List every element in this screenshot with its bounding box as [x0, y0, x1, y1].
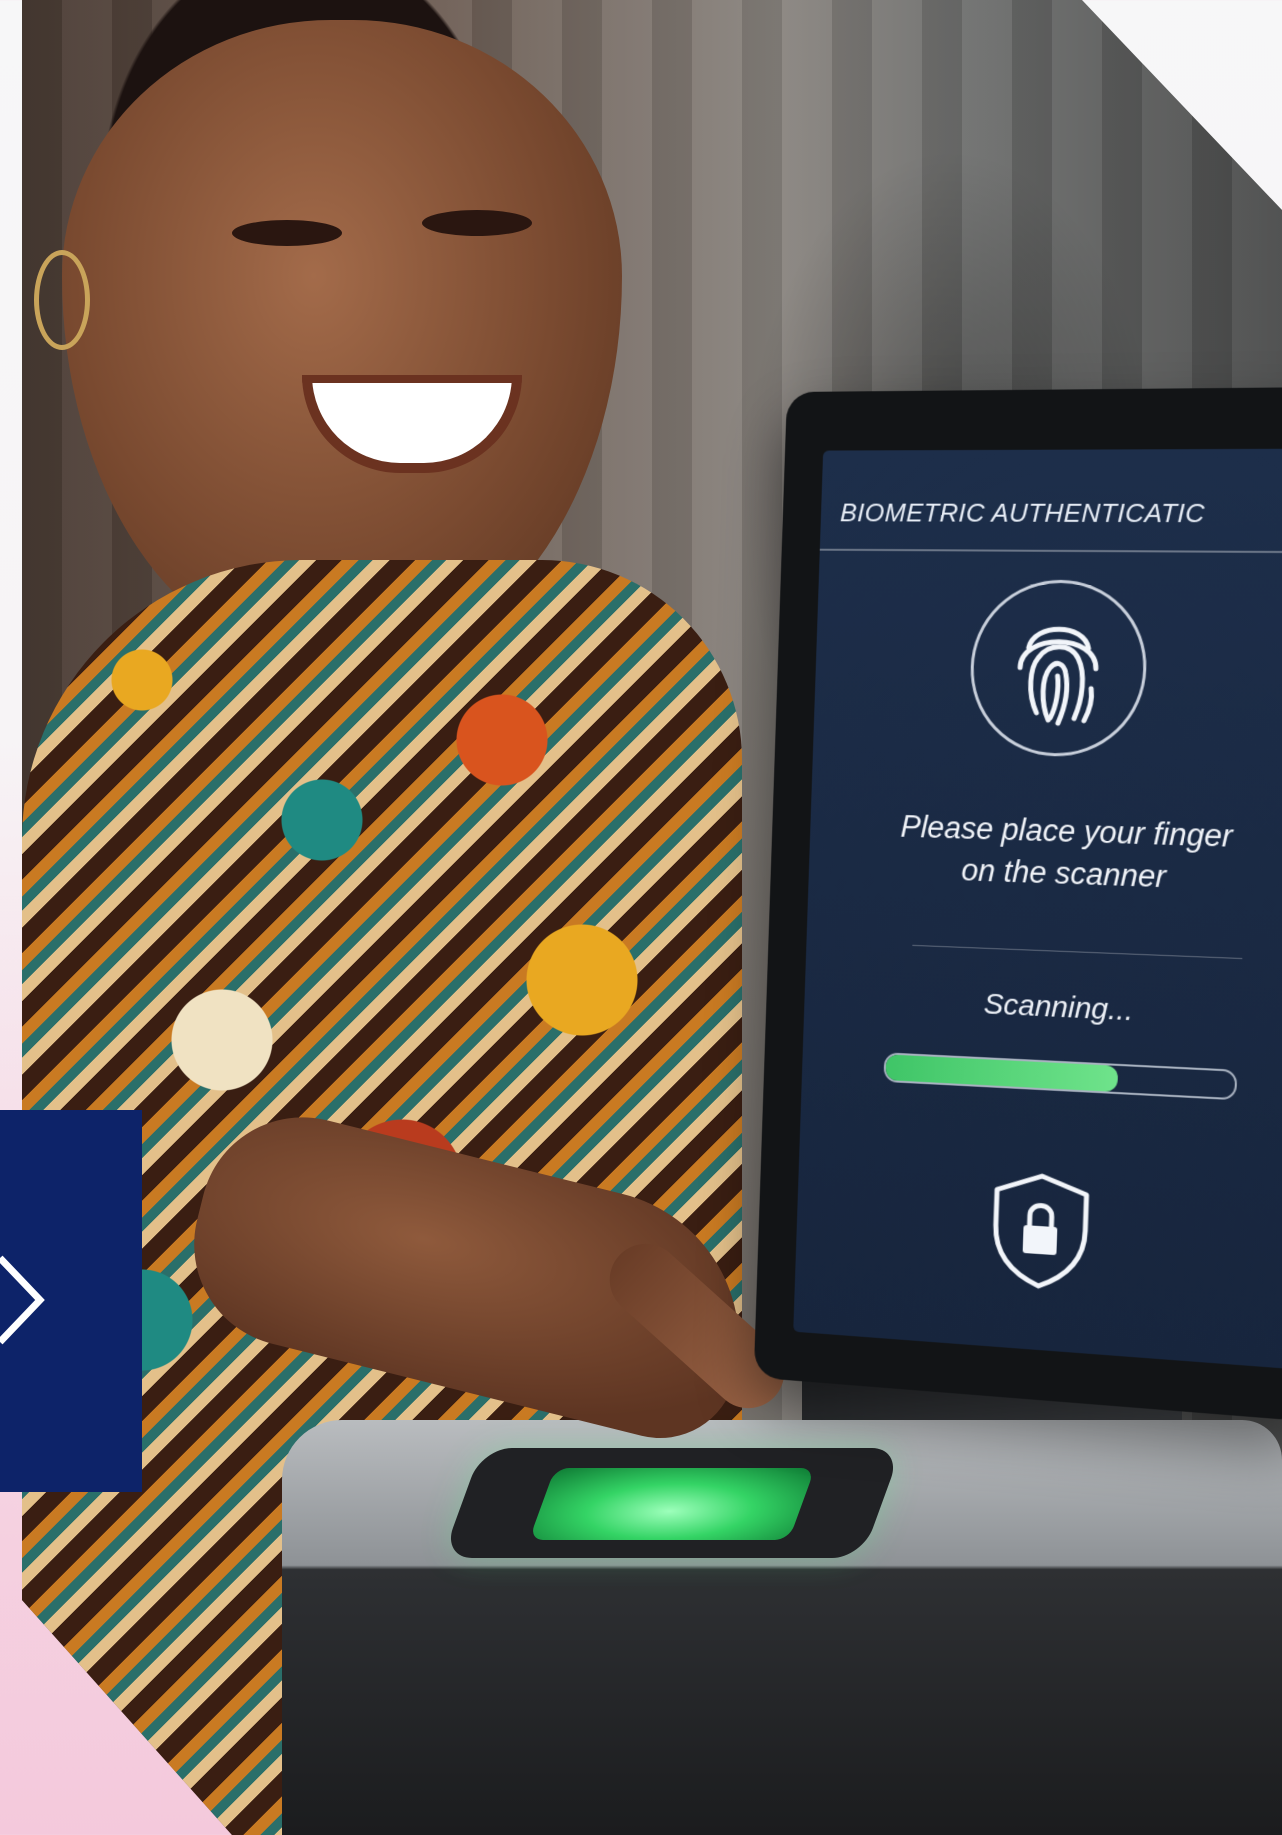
tablet-screen: BIOMETRIC AUTHENTICATIC Please place you…: [793, 448, 1282, 1371]
divider: [912, 944, 1243, 960]
earring: [34, 250, 90, 350]
progress-fill: [885, 1054, 1118, 1093]
screen-title: BIOMETRIC AUTHENTICATIC: [839, 497, 1206, 529]
chevron-right-icon[interactable]: [0, 1240, 45, 1360]
tablet: BIOMETRIC AUTHENTICATIC Please place you…: [753, 386, 1282, 1422]
smile: [302, 375, 522, 473]
scanner-glow: [528, 1468, 816, 1540]
left-eye: [232, 220, 342, 246]
photo: BIOMETRIC AUTHENTICATIC Please place you…: [22, 0, 1282, 1835]
progress-bar: [883, 1052, 1238, 1101]
right-eye: [422, 210, 532, 236]
shield-lock-icon: [984, 1167, 1097, 1294]
status-text: Scanning...: [983, 987, 1134, 1028]
instruction-text: Please place your finger on the scanner: [808, 804, 1282, 904]
divider: [819, 548, 1282, 554]
fingerprint-icon: [967, 579, 1150, 759]
